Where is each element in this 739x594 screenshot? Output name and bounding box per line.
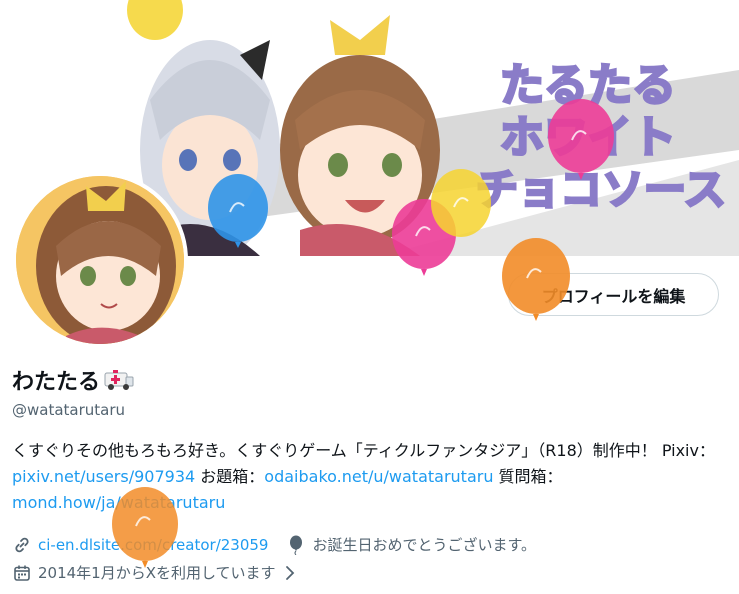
chevron-right-icon[interactable] bbox=[280, 563, 300, 583]
banner-title-line-1: たるたる bbox=[500, 60, 676, 111]
display-name: わたたる bbox=[12, 370, 101, 395]
calendar-icon bbox=[12, 563, 32, 583]
name-row: わたたる bbox=[12, 364, 134, 396]
banner-title-line-2: ホワイト bbox=[500, 112, 676, 163]
bio-link-pixiv[interactable]: pixiv.net/users/907934 bbox=[12, 467, 195, 486]
user-handle: @watatarutaru bbox=[12, 401, 126, 419]
bio-text-2: お題箱： bbox=[195, 467, 265, 486]
link-icon bbox=[12, 535, 32, 555]
balloon-icon bbox=[286, 535, 306, 555]
birthday-text: お誕生日おめでとうございます。 bbox=[312, 536, 536, 554]
avatar[interactable] bbox=[12, 172, 188, 348]
bio-text-1: くすぐりその他もろもろ好き。くすぐりゲーム「ティクルファンタジア」（R18）制作… bbox=[12, 441, 715, 460]
website-link[interactable]: ci-en.dlsite.com/creator/23059 bbox=[38, 536, 268, 554]
banner-title-line-3: チョコソース bbox=[476, 165, 726, 214]
bio-link-mond[interactable]: mond.how/ja/watatarutaru bbox=[12, 493, 225, 512]
profile-meta-row-2: 2014年1月からXを利用しています bbox=[12, 562, 300, 583]
profile-bio: くすぐりその他もろもろ好き。くすぐりゲーム「ティクルファンタジア」（R18）制作… bbox=[12, 438, 727, 516]
profile-meta-row-1: ci-en.dlsite.com/creator/23059 お誕生日おめでとう… bbox=[12, 534, 536, 555]
bio-link-odaibako[interactable]: odaibako.net/u/watatarutaru bbox=[264, 467, 493, 486]
ambulance-icon bbox=[104, 369, 134, 391]
edit-profile-button[interactable]: プロフィールを編集 bbox=[508, 273, 719, 316]
joined-date: 2014年1月からXを利用しています bbox=[38, 564, 276, 582]
avatar-artwork bbox=[16, 176, 184, 344]
bio-text-3: 質問箱： bbox=[493, 467, 563, 486]
